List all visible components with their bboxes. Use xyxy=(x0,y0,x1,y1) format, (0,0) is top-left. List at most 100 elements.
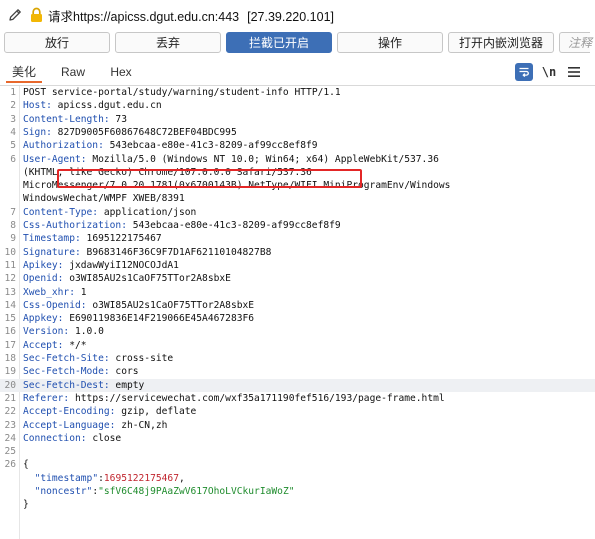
menu-icon[interactable] xyxy=(566,62,582,82)
request-line[interactable]: 1 POST service-portal/study/warning/stude… xyxy=(0,86,595,99)
request-line[interactable]: 23 Accept-Language: zh-CN,zh xyxy=(0,419,595,432)
edit-pen-icon[interactable] xyxy=(6,6,24,24)
header-name: Host: xyxy=(23,100,52,112)
request-line[interactable]: } xyxy=(0,498,595,511)
line-code: Host: apicss.dgut.edu.cn xyxy=(23,99,162,112)
request-line[interactable]: 25 xyxy=(0,445,595,458)
line-code: Xweb_xhr: 1 xyxy=(23,286,87,299)
line-text: 827D9005F60867648C72BEF04BDC995 xyxy=(51,126,237,138)
request-line[interactable]: "noncestr":"sfV6C48j9PAaZwV617OhoLVCkurI… xyxy=(0,485,595,498)
newline-icon[interactable]: \n xyxy=(540,62,558,82)
line-text: 1 xyxy=(74,286,87,298)
header-name: Apikey: xyxy=(23,259,64,271)
request-line[interactable]: 14 Css-Openid: o3WI85AU2s1CaOF75TTor2A8sb… xyxy=(0,299,595,312)
line-text: application/json xyxy=(98,206,197,218)
action-button[interactable]: 操作 xyxy=(337,31,443,53)
line-code: Connection: close xyxy=(23,432,121,445)
request-editor[interactable]: 1 POST service-portal/study/warning/stude… xyxy=(0,86,595,539)
line-text: https://servicewechat.com/wxf35a171190fe… xyxy=(69,392,445,404)
request-line[interactable]: WindowsWechat/WMPF XWEB/8391 xyxy=(0,192,595,205)
header-name: Connection: xyxy=(23,432,87,444)
request-line[interactable]: 3 Content-Length: 73 xyxy=(0,113,595,126)
pretty-print-icon[interactable] xyxy=(514,62,534,82)
request-line[interactable]: 13 Xweb_xhr: 1 xyxy=(0,286,595,299)
line-code: Signature: B9683146F36C9F7D1AF6211010482… xyxy=(23,246,271,259)
tab-hex[interactable]: Hex xyxy=(104,61,138,83)
line-code: POST service-portal/study/warning/studen… xyxy=(23,86,341,99)
line-text: 1.0.0 xyxy=(69,326,104,338)
drop-button[interactable]: 丢弃 xyxy=(115,31,221,53)
line-text: E690119836E14F219066E45A467283F6 xyxy=(63,313,255,325)
line-number: 5 xyxy=(10,140,16,152)
line-text xyxy=(23,473,35,484)
request-line[interactable]: 4 Sign: 827D9005F60867648C72BEF04BDC995 xyxy=(0,126,595,139)
line-code: WindowsWechat/WMPF XWEB/8391 xyxy=(23,192,185,205)
line-code: User-Agent: Mozilla/5.0 (Windows NT 10.0… xyxy=(23,153,439,166)
line-number: 14 xyxy=(4,299,16,311)
request-line[interactable]: 24 Connection: close xyxy=(0,432,595,445)
title-bar: 请求https://apicss.dgut.edu.cn:443 [27.39.2… xyxy=(0,0,595,30)
request-line[interactable]: 21 Referer: https://servicewechat.com/wxf… xyxy=(0,392,595,405)
lock-icon xyxy=(28,6,44,24)
tab-pretty[interactable]: 美化 xyxy=(6,61,42,83)
line-code: { xyxy=(23,458,29,471)
request-line[interactable]: 12 Openid: o3WI85AU2s1CaOF75TTor2A8sbxE xyxy=(0,272,595,285)
request-line[interactable]: 8 Css-Authorization: 543ebcaa-e80e-41c3-8… xyxy=(0,219,595,232)
line-number: 23 xyxy=(4,419,16,431)
line-code: Sec-Fetch-Mode: cors xyxy=(23,365,139,378)
line-number: 8 xyxy=(10,220,16,231)
json-key: "noncestr" xyxy=(34,486,93,497)
line-code: Apikey: jxdawWyiI12NOCOJdA1 xyxy=(23,259,179,272)
line-text: o3WI85AU2s1CaOF75TTor2A8sbxE xyxy=(63,273,231,285)
request-line[interactable]: 11 Apikey: jxdawWyiI12NOCOJdA1 xyxy=(0,259,595,272)
request-line[interactable]: 6 User-Agent: Mozilla/5.0 (Windows NT 10.… xyxy=(0,153,595,166)
comment-input[interactable]: 注释 xyxy=(559,31,592,53)
intercept-toggle-button[interactable]: 拦截已开启 xyxy=(226,31,332,53)
header-name: Content-Length: xyxy=(23,113,110,125)
request-line[interactable]: 19 Sec-Fetch-Mode: cors xyxy=(0,365,595,378)
line-code: Accept-Encoding: gzip, deflate xyxy=(23,405,196,418)
line-number: 16 xyxy=(4,326,16,338)
line-text: Mozilla/5.0 (Windows NT 10.0; Win64; x64… xyxy=(86,153,439,165)
line-text: 73 xyxy=(109,113,127,125)
tab-raw[interactable]: Raw xyxy=(56,61,90,83)
request-line[interactable]: "timestamp":1695122175467, xyxy=(0,472,595,485)
request-line[interactable]: 7 Content-Type: application/json xyxy=(0,206,595,219)
request-line[interactable]: 16 Version: 1.0.0 xyxy=(0,325,595,338)
line-code: "noncestr":"sfV6C48j9PAaZwV617OhoLVCkurI… xyxy=(23,485,295,498)
header-name: Version: xyxy=(23,326,70,338)
request-prefix: 请求 xyxy=(48,9,74,24)
line-number: 20 xyxy=(4,379,16,391)
header-name: Sec-Fetch-Dest: xyxy=(23,379,110,391)
header-name: Sign: xyxy=(23,126,52,138)
request-line[interactable]: 9 Timestamp: 1695122175467 xyxy=(0,232,595,245)
request-line[interactable]: 26 { xyxy=(0,458,595,471)
line-code: Content-Length: 73 xyxy=(23,113,127,126)
line-number: 25 xyxy=(4,446,16,458)
forward-button[interactable]: 放行 xyxy=(4,31,110,53)
line-text: B9683146F36C9F7D1AF62110104827B8 xyxy=(80,246,272,258)
line-text: , xyxy=(178,472,185,484)
line-code: } xyxy=(23,498,29,511)
request-line[interactable]: 10 Signature: B9683146F36C9F7D1AF62110104… xyxy=(0,246,595,259)
request-title: 请求https://apicss.dgut.edu.cn:443 [27.39.2… xyxy=(48,6,334,25)
line-text: } xyxy=(23,499,29,511)
open-browser-button[interactable]: 打开内嵌浏览器 xyxy=(448,31,554,53)
request-line[interactable]: 22 Accept-Encoding: gzip, deflate xyxy=(0,405,595,418)
request-line[interactable]: 5 Authorization: 543ebcaa-e80e-41c3-8209-… xyxy=(0,139,595,152)
line-code: Accept-Language: zh-CN,zh xyxy=(23,419,167,432)
request-line[interactable]: 18 Sec-Fetch-Site: cross-site xyxy=(0,352,595,365)
request-line[interactable]: 2 Host: apicss.dgut.edu.cn xyxy=(0,99,595,112)
request-line[interactable]: 20 Sec-Fetch-Dest: empty xyxy=(0,378,595,392)
line-number: 9 xyxy=(10,233,16,245)
line-text: cors xyxy=(109,366,139,378)
line-number: 3 xyxy=(10,113,16,125)
request-line[interactable]: 17 Accept: */* xyxy=(0,339,595,352)
line-number: 26 xyxy=(4,459,16,471)
header-name: Accept: xyxy=(23,339,64,351)
header-name: Appkey: xyxy=(23,313,64,325)
line-text: zh-CN,zh xyxy=(115,419,168,431)
line-text: */* xyxy=(63,339,87,351)
request-line[interactable]: 15 Appkey: E690119836E14F219066E45A467283… xyxy=(0,312,595,325)
line-code: Timestamp: 1695122175467 xyxy=(23,232,162,245)
